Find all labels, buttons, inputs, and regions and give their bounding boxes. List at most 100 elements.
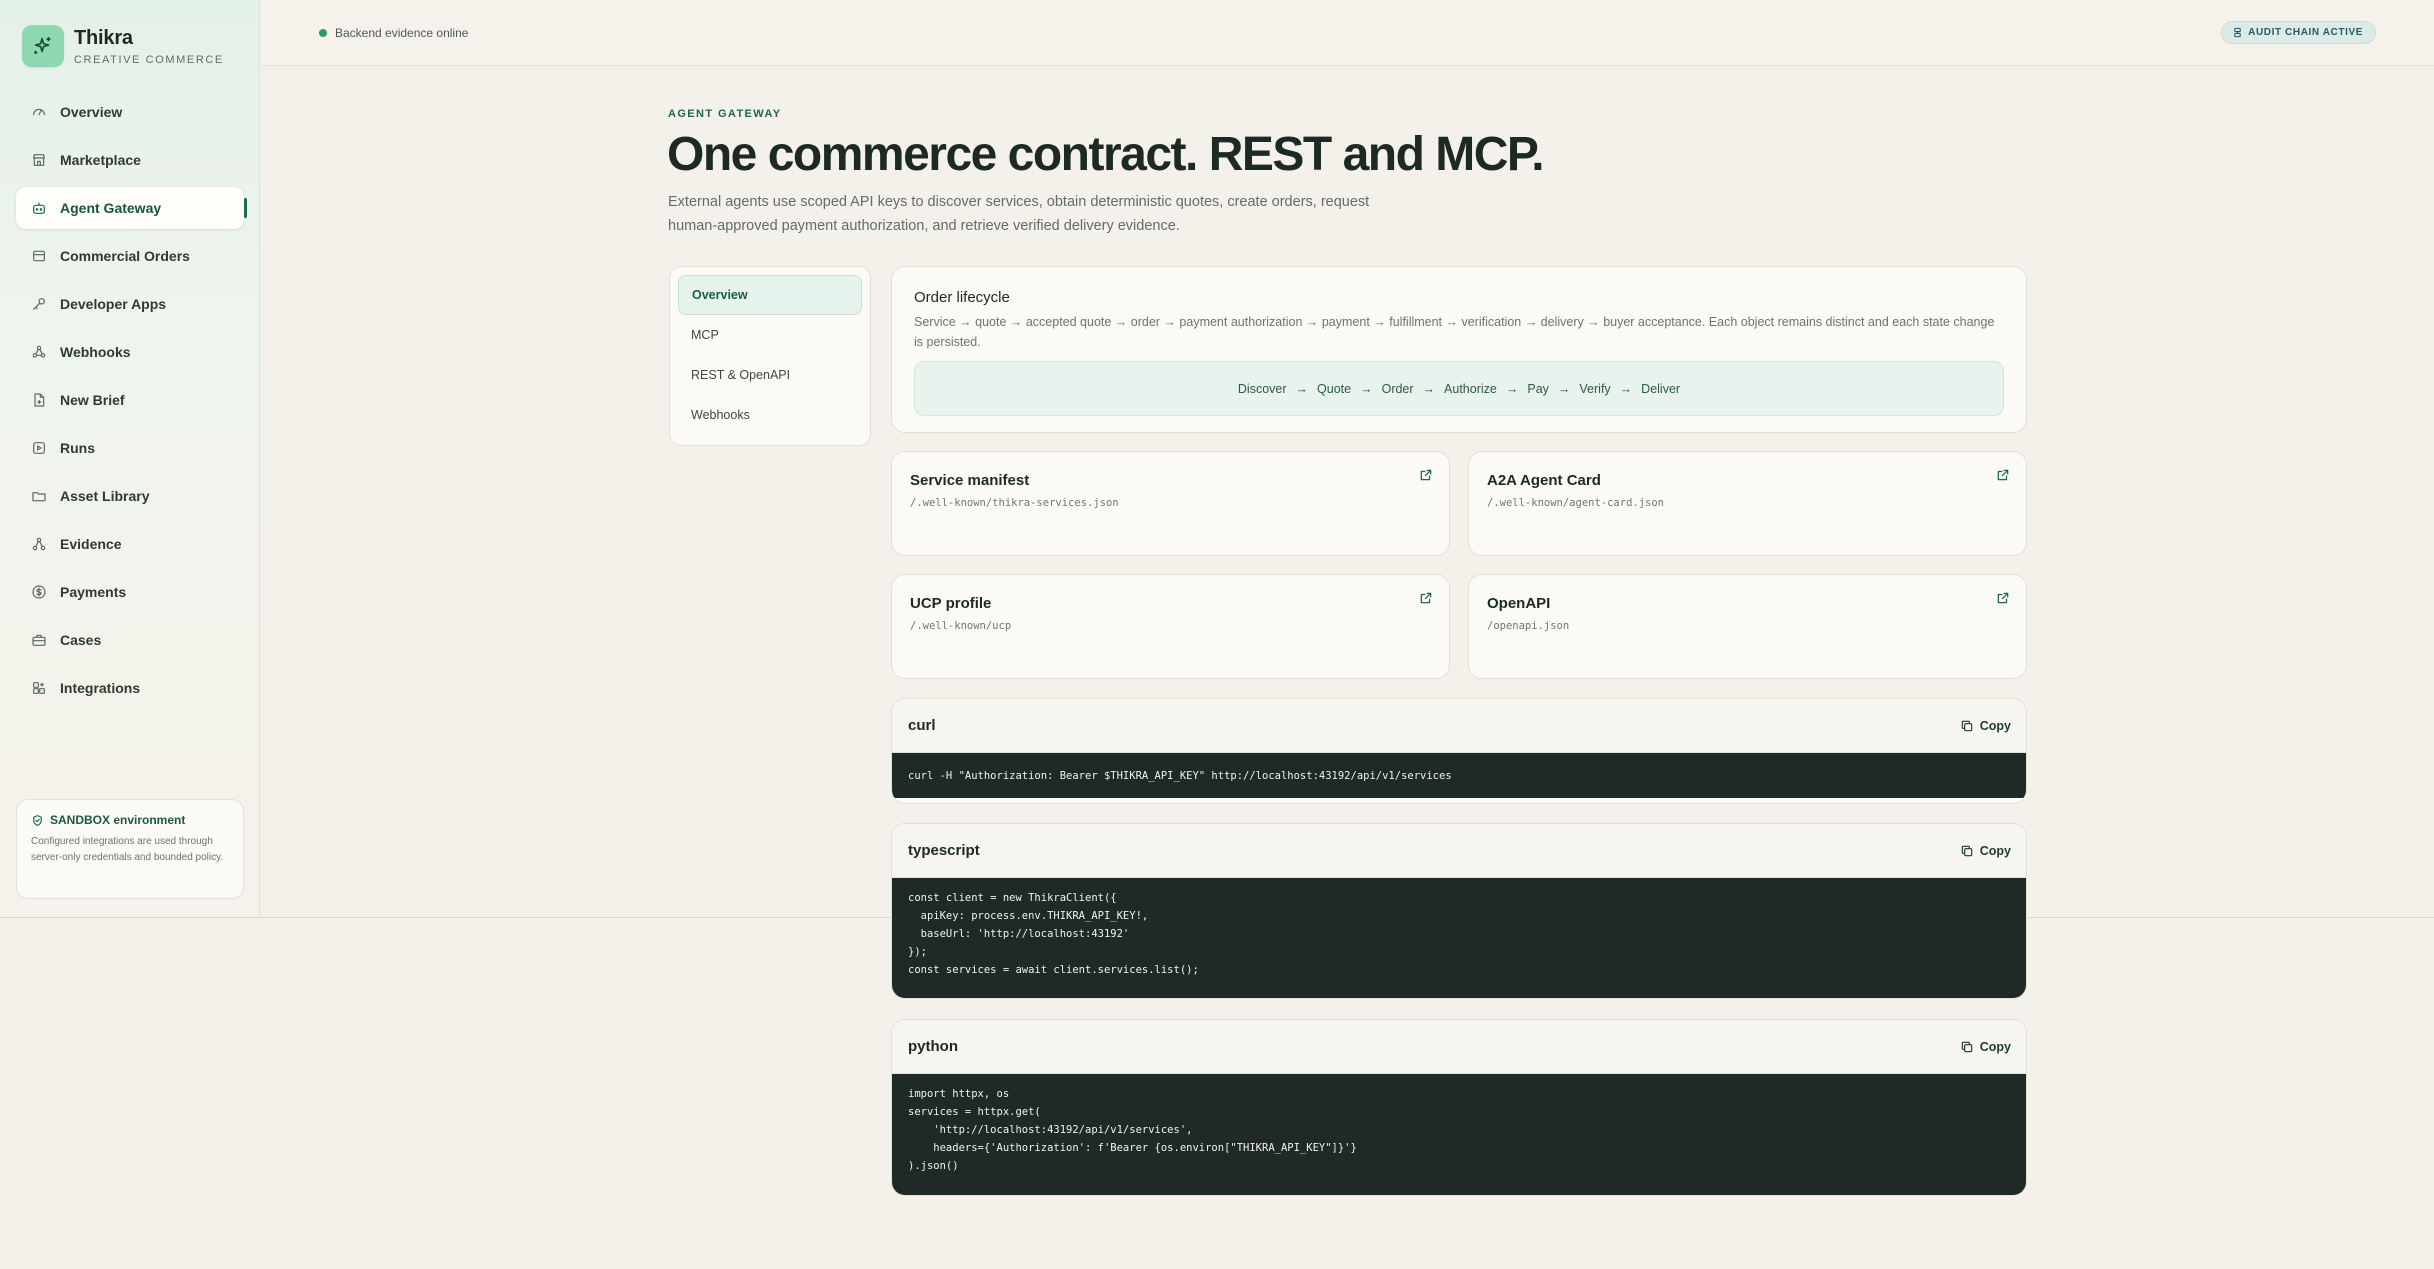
audit-chain-text: AUDIT CHAIN ACTIVE — [2248, 27, 2363, 38]
key-icon — [30, 295, 48, 313]
brand-name: Thikra — [74, 26, 133, 49]
external-link-icon[interactable] — [1419, 591, 1433, 605]
chain-icon — [2234, 27, 2241, 38]
sidebar-item-label: Cases — [60, 632, 102, 648]
receipt-icon — [30, 247, 48, 265]
storefront-icon — [30, 151, 48, 169]
sidebar-item-label: Agent Gateway — [60, 200, 162, 216]
resource-card-service-manifest[interactable]: Service manifest /.well-known/thikra-ser… — [891, 451, 1450, 556]
tab-overview[interactable]: Overview — [678, 275, 862, 315]
arrow-right-icon: → — [1505, 381, 1519, 396]
sidebar-item-webhooks[interactable]: Webhooks — [16, 331, 244, 373]
arrow-right-icon: → — [1619, 381, 1633, 396]
copy-icon — [1961, 845, 1972, 856]
sidebar-item-agent-gateway[interactable]: Agent Gateway — [16, 187, 247, 229]
resource-path: /openapi.json — [1487, 620, 1570, 632]
resource-card-openapi[interactable]: OpenAPI /openapi.json — [1468, 574, 2027, 679]
arrow-right-icon: → — [1557, 381, 1571, 396]
resource-title: OpenAPI — [1487, 595, 1551, 612]
copy-button[interactable]: Copy — [1960, 844, 2011, 858]
tab-rest-openapi[interactable]: REST & OpenAPI — [678, 355, 862, 395]
sidebar-item-label: Asset Library — [60, 488, 150, 504]
sidebar: Thikra CREATIVE COMMERCE Overview Market… — [0, 0, 260, 917]
copy-icon — [1961, 1041, 1972, 1052]
sidebar-item-commercial-orders[interactable]: Commercial Orders — [16, 235, 244, 277]
sidebar-item-label: Overview — [60, 104, 123, 120]
sidebar-item-label: Evidence — [60, 536, 122, 552]
lifecycle-title: Order lifecycle — [914, 289, 1010, 306]
page-lead: External agents use scoped API keys to d… — [668, 194, 1370, 234]
gauge-icon — [30, 103, 48, 121]
flow-step: Quote — [1317, 381, 1352, 396]
copy-label: Copy — [1979, 843, 2011, 858]
sidebar-item-label: Developer Apps — [60, 296, 167, 312]
resource-path: /.well-known/ucp — [910, 620, 1012, 632]
resource-title: UCP profile — [910, 595, 992, 612]
code-language: python — [908, 1038, 958, 1055]
sidebar-item-label: Commercial Orders — [60, 248, 190, 264]
sidebar-item-asset-library[interactable]: Asset Library — [16, 475, 244, 517]
tab-webhooks[interactable]: Webhooks — [678, 395, 862, 435]
copy-button[interactable]: Copy — [1960, 719, 2011, 733]
code-language: typescript — [908, 842, 980, 859]
section-tabs: Overview MCP REST & OpenAPI Webhooks — [669, 266, 871, 446]
copy-icon — [1961, 720, 1972, 731]
resource-card-ucp-profile[interactable]: UCP profile /.well-known/ucp — [891, 574, 1450, 679]
resource-path: /.well-known/agent-card.json — [1487, 497, 1665, 509]
code-block[interactable]: const client = new ThikraClient({ apiKey… — [892, 878, 2026, 998]
webhook-icon — [30, 343, 48, 361]
code-block[interactable]: curl -H "Authorization: Bearer $THIKRA_A… — [892, 753, 2026, 798]
flow-step: Deliver — [1641, 381, 1681, 396]
sidebar-item-runs[interactable]: Runs — [16, 427, 244, 469]
resource-title: Service manifest — [910, 472, 1030, 489]
audit-chain-badge[interactable]: AUDIT CHAIN ACTIVE — [2221, 21, 2376, 44]
code-language: curl — [908, 717, 936, 734]
external-link-icon[interactable] — [1419, 468, 1433, 482]
sidebar-item-new-brief[interactable]: New Brief — [16, 379, 244, 421]
status-dot-icon — [319, 29, 327, 37]
backend-status: Backend evidence online — [319, 26, 468, 40]
network-icon — [30, 535, 48, 553]
copy-button[interactable]: Copy — [1960, 1040, 2011, 1054]
code-block[interactable]: import httpx, os services = httpx.get( '… — [892, 1074, 2026, 1195]
code-snippet-python: python Copy import httpx, os services = … — [891, 1019, 2027, 1196]
sidebar-item-overview[interactable]: Overview — [16, 91, 244, 133]
sidebar-item-label: Runs — [60, 440, 95, 456]
arrow-right-icon: → — [1360, 381, 1373, 396]
resource-path: /.well-known/thikra-services.json — [910, 497, 1119, 509]
flow-step: Pay — [1527, 381, 1549, 396]
sidebar-item-label: New Brief — [60, 392, 125, 408]
sidebar-item-evidence[interactable]: Evidence — [16, 523, 244, 565]
flow-step: Authorize — [1444, 381, 1497, 396]
brand[interactable]: Thikra CREATIVE COMMERCE — [22, 25, 224, 67]
sidebar-item-label: Payments — [60, 584, 127, 600]
sparkle-logo-icon — [22, 25, 64, 67]
flow-step: Order — [1381, 381, 1414, 396]
sidebar-item-label: Marketplace — [60, 152, 141, 168]
shield-check-icon — [33, 814, 42, 826]
sandbox-title: SANDBOX environment — [50, 813, 186, 827]
backend-status-text: Backend evidence online — [335, 26, 469, 40]
divider — [2027, 917, 2434, 918]
lifecycle-description: Service → quote → accepted quote → order… — [914, 315, 1995, 349]
bot-icon — [30, 199, 48, 217]
external-link-icon[interactable] — [1996, 468, 2010, 482]
resource-card-agent-card[interactable]: A2A Agent Card /.well-known/agent-card.j… — [1468, 451, 2027, 556]
file-plus-icon — [30, 391, 48, 409]
sidebar-item-developer-apps[interactable]: Developer Apps — [16, 283, 244, 325]
copy-label: Copy — [1979, 718, 2011, 733]
play-square-icon — [30, 439, 48, 457]
external-link-icon[interactable] — [1996, 591, 2010, 605]
sidebar-item-label: Webhooks — [60, 344, 131, 360]
page-eyebrow: AGENT GATEWAY — [668, 108, 782, 120]
tab-mcp[interactable]: MCP — [678, 315, 862, 355]
sidebar-item-payments[interactable]: Payments — [16, 571, 244, 613]
sidebar-item-cases[interactable]: Cases — [16, 619, 244, 661]
topbar: Backend evidence online AUDIT CHAIN ACTI… — [261, 0, 2434, 66]
dollar-circle-icon — [30, 583, 48, 601]
sidebar-nav: Overview Marketplace Agent Gateway Comme… — [16, 91, 247, 715]
order-lifecycle-card: Order lifecycle Service → quote → accept… — [891, 266, 2027, 433]
code-snippet-typescript: typescript Copy const client = new Thikr… — [891, 823, 2027, 999]
sidebar-item-marketplace[interactable]: Marketplace — [16, 139, 244, 181]
sidebar-item-integrations[interactable]: Integrations — [16, 667, 244, 709]
